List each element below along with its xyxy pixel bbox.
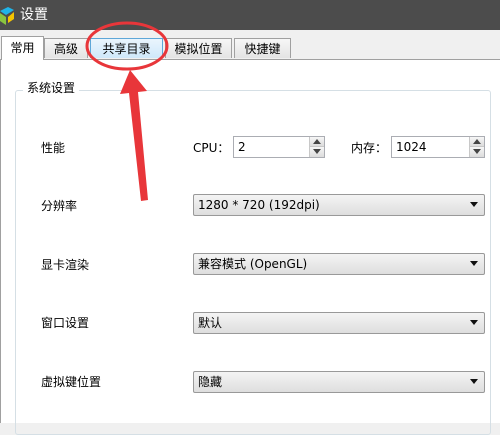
title-bar: 设置 [0,0,500,30]
settings-panel: 系统设置 性能 CPU： 2 内存： 1024 分辨率 1280 * 720 (… [0,60,500,435]
chevron-down-icon [470,379,478,384]
chevron-down-icon [470,261,478,266]
resolution-value: 1280 * 720 (192dpi) [198,198,320,212]
caret-down-icon [313,149,321,154]
performance-label: 性能 [41,141,66,155]
tab-shortcuts[interactable]: 快捷键 [234,38,291,58]
virtual-keys-value: 隐藏 [198,375,223,389]
system-settings-title: 系统设置 [23,80,80,96]
resolution-dropdown[interactable]: 1280 * 720 (192dpi) [193,194,485,216]
cpu-label: CPU： [193,141,230,155]
tab-shared-folder[interactable]: 共享目录 [90,38,163,58]
cpu-spin-buttons [309,137,324,157]
cpu-increment-button[interactable] [310,137,324,147]
virtual-keys-label: 虚拟键位置 [41,375,102,389]
window-title: 设置 [20,7,48,23]
memory-value: 1024 [396,140,427,154]
memory-spinbox[interactable]: 1024 [391,136,485,158]
caret-down-icon [473,149,481,154]
caret-up-icon [313,139,321,144]
caret-up-icon [473,139,481,144]
tab-advanced[interactable]: 高级 [44,38,88,58]
tab-strip: 常用 高级 共享目录 模拟位置 快捷键 [0,30,500,62]
chevron-down-icon [470,320,478,325]
cpu-value: 2 [238,140,246,154]
memory-label: 内存： [351,141,388,155]
chevron-down-icon [470,202,478,207]
memory-spin-buttons [469,137,484,157]
cpu-decrement-button[interactable] [310,147,324,157]
resolution-label: 分辨率 [41,199,78,213]
app-logo-icon [0,7,14,25]
window-setting-label: 窗口设置 [41,316,90,330]
graphics-value: 兼容模式 (OpenGL) [198,257,308,271]
graphics-label: 显卡渲染 [41,258,90,272]
memory-increment-button[interactable] [470,137,484,147]
graphics-dropdown[interactable]: 兼容模式 (OpenGL) [193,253,485,275]
window-setting-value: 默认 [198,316,223,330]
memory-decrement-button[interactable] [470,147,484,157]
cpu-spinbox[interactable]: 2 [233,136,325,158]
window-setting-dropdown[interactable]: 默认 [193,312,485,334]
virtual-keys-dropdown[interactable]: 隐藏 [193,371,485,393]
tab-common[interactable]: 常用 [1,36,44,60]
tab-mock-location[interactable]: 模拟位置 [165,38,232,58]
